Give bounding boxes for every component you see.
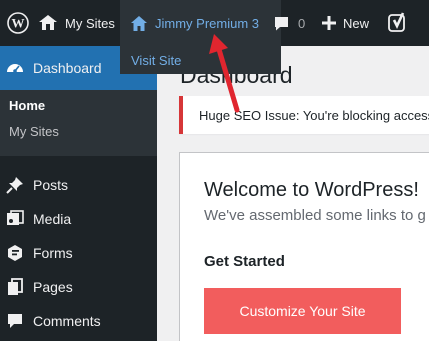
- customize-site-button[interactable]: Customize Your Site: [204, 288, 401, 334]
- sidebar-item-label: Dashboard: [33, 60, 102, 76]
- my-sites-menu[interactable]: My Sites: [38, 0, 115, 46]
- welcome-title: Welcome to WordPress!: [204, 179, 419, 201]
- sidebar-item-comments[interactable]: Comments: [0, 306, 157, 336]
- main-content: Dashboard Huge SEO Issue: You're blockin…: [157, 46, 429, 341]
- admin-sidebar: Dashboard Home My Sites Posts Media Form…: [0, 46, 157, 341]
- new-label: New: [343, 15, 370, 31]
- comment-icon: [275, 16, 288, 30]
- get-started-heading: Get Started: [204, 253, 285, 270]
- arrow-annotation: [209, 34, 240, 113]
- comments-menu[interactable]: 0: [273, 0, 305, 46]
- sidebar-item-pages[interactable]: Pages: [0, 272, 157, 302]
- visit-site-label: Visit Site: [131, 52, 182, 68]
- sidebar-item-forms[interactable]: Forms: [0, 238, 157, 268]
- media-icon: [5, 209, 25, 229]
- sidebar-item-label: Media: [33, 211, 72, 227]
- sidebar-item-label: Comments: [33, 313, 101, 329]
- sidebar-item-label: Pages: [33, 279, 73, 295]
- welcome-subtitle: We've assembled some links to g: [204, 207, 426, 224]
- sidebar-item-posts[interactable]: Posts: [0, 170, 157, 200]
- new-content-menu[interactable]: New: [322, 0, 369, 46]
- svg-text:W: W: [12, 16, 25, 31]
- my-sites-label: My Sites: [65, 15, 115, 31]
- yoast-icon[interactable]: [388, 0, 408, 46]
- forms-icon: [5, 243, 25, 263]
- pushpin-icon: [5, 175, 25, 195]
- wordpress-logo-icon[interactable]: W: [0, 0, 36, 46]
- sidebar-item-label: Posts: [33, 177, 69, 193]
- dashboard-icon: [5, 58, 25, 78]
- home-icon: [131, 15, 147, 31]
- comments-count: 0: [298, 15, 306, 31]
- comment-icon: [5, 311, 25, 331]
- sidebar-item-media[interactable]: Media: [0, 204, 157, 234]
- welcome-panel: Welcome to WordPress! We've assembled so…: [179, 152, 429, 341]
- submenu-my-sites[interactable]: My Sites: [9, 124, 59, 139]
- pages-icon: [5, 277, 25, 297]
- dashboard-submenu: Home My Sites: [0, 90, 157, 156]
- sidebar-item-label: Forms: [33, 245, 73, 261]
- plus-icon: [322, 16, 336, 30]
- submenu-home[interactable]: Home: [9, 98, 45, 113]
- site-name: Jimmy Premium 3: [155, 15, 260, 31]
- my-sites-icon: [39, 15, 57, 30]
